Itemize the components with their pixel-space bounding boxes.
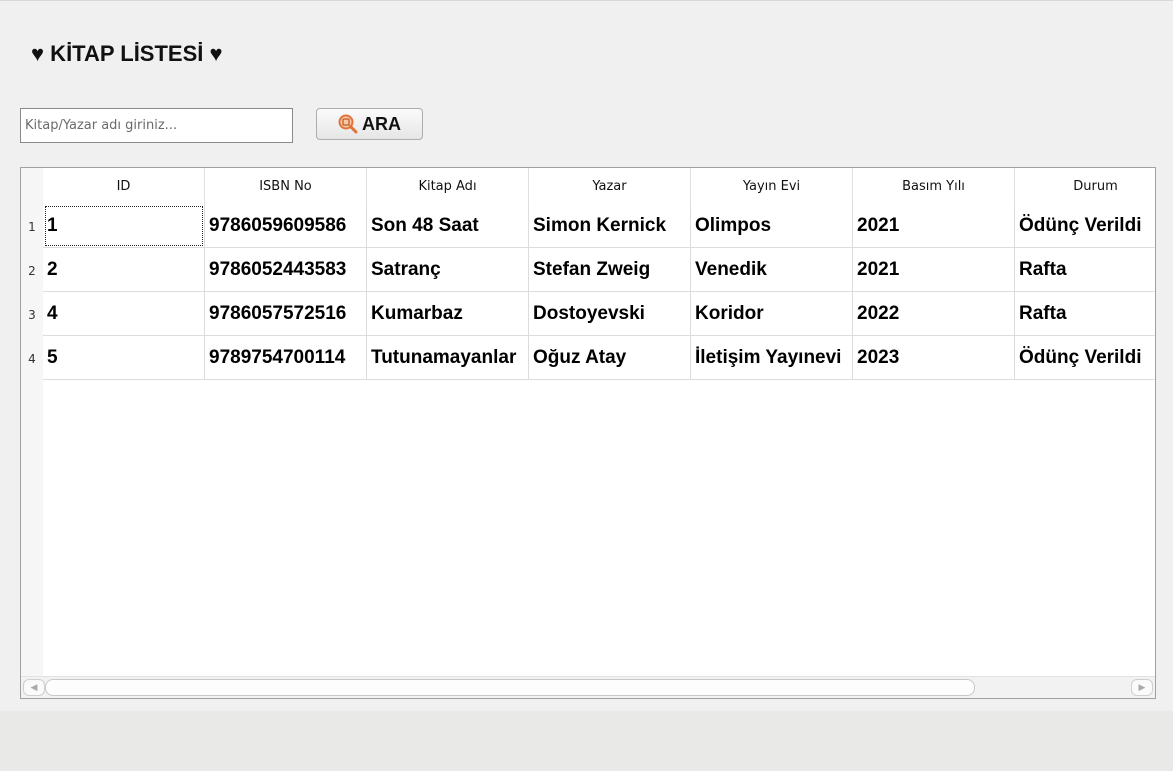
- table-row[interactable]: 5 9789754700114 Tutunamayanlar Oğuz Atay…: [43, 336, 1155, 380]
- table-cell[interactable]: 2023: [853, 336, 1015, 380]
- table-cell[interactable]: Son 48 Saat: [367, 204, 529, 248]
- column-header-status[interactable]: Durum: [1015, 168, 1155, 204]
- table-row[interactable]: 4 9786057572516 Kumarbaz Dostoyevski Kor…: [43, 292, 1155, 336]
- table-cell[interactable]: 2021: [853, 248, 1015, 292]
- row-number[interactable]: 2: [21, 248, 43, 292]
- table-cell[interactable]: 9789754700114: [205, 336, 367, 380]
- table-cell[interactable]: 2: [43, 248, 205, 292]
- table-cell[interactable]: Ödünç Verildi: [1015, 336, 1155, 380]
- row-number[interactable]: 1: [21, 204, 43, 248]
- table-cell[interactable]: Venedik: [691, 248, 853, 292]
- search-button[interactable]: ARA: [316, 108, 423, 140]
- table-cell[interactable]: Koridor: [691, 292, 853, 336]
- table-cell[interactable]: 4: [43, 292, 205, 336]
- column-header-id[interactable]: ID: [43, 168, 205, 204]
- search-button-label: ARA: [362, 113, 401, 134]
- scroll-left-icon[interactable]: ◀: [23, 679, 45, 696]
- table-cell[interactable]: Satranç: [367, 248, 529, 292]
- table-cell[interactable]: 2021: [853, 204, 1015, 248]
- row-header: 1 2 3 4: [21, 204, 43, 676]
- table-cell[interactable]: Rafta: [1015, 292, 1155, 336]
- table-body: 1 9786059609586 Son 48 Saat Simon Kernic…: [43, 204, 1155, 380]
- table-cell[interactable]: Simon Kernick: [529, 204, 691, 248]
- table-cell[interactable]: Ödünç Verildi: [1015, 204, 1155, 248]
- table-cell[interactable]: Kumarbaz: [367, 292, 529, 336]
- column-header-author[interactable]: Yazar: [529, 168, 691, 204]
- column-header-publisher[interactable]: Yayın Evi: [691, 168, 853, 204]
- table-cell[interactable]: Oğuz Atay: [529, 336, 691, 380]
- table-cell[interactable]: Stefan Zweig: [529, 248, 691, 292]
- column-header-title[interactable]: Kitap Adı: [367, 168, 529, 204]
- main-window: ♥ KİTAP LİSTESİ ♥ ARA ID ISBN No Kitap A…: [0, 0, 1173, 711]
- table-cell[interactable]: 1: [43, 204, 205, 248]
- table-header: ID ISBN No Kitap Adı Yazar Yayın Evi Bas…: [43, 168, 1155, 204]
- scrollbar-thumb[interactable]: [45, 679, 975, 696]
- table-corner: [21, 168, 43, 204]
- search-icon: [338, 114, 358, 134]
- column-header-isbn[interactable]: ISBN No: [205, 168, 367, 204]
- book-table[interactable]: ID ISBN No Kitap Adı Yazar Yayın Evi Bas…: [20, 167, 1156, 699]
- page-title: ♥ KİTAP LİSTESİ ♥: [31, 41, 223, 66]
- table-cell[interactable]: Rafta: [1015, 248, 1155, 292]
- table-cell[interactable]: 9786052443583: [205, 248, 367, 292]
- scroll-right-icon[interactable]: ▶: [1131, 679, 1153, 696]
- column-header-year[interactable]: Basım Yılı: [853, 168, 1015, 204]
- horizontal-scrollbar[interactable]: ◀ ▶: [21, 676, 1155, 698]
- table-cell[interactable]: 9786057572516: [205, 292, 367, 336]
- row-number[interactable]: 3: [21, 292, 43, 336]
- table-cell[interactable]: 5: [43, 336, 205, 380]
- table-row[interactable]: 1 9786059609586 Son 48 Saat Simon Kernic…: [43, 204, 1155, 248]
- table-cell[interactable]: Dostoyevski: [529, 292, 691, 336]
- table-cell[interactable]: Olimpos: [691, 204, 853, 248]
- table-cell[interactable]: 2022: [853, 292, 1015, 336]
- table-cell[interactable]: İletişim Yayınevi: [691, 336, 853, 380]
- row-number[interactable]: 4: [21, 336, 43, 380]
- table-cell[interactable]: 9786059609586: [205, 204, 367, 248]
- table-row[interactable]: 2 9786052443583 Satranç Stefan Zweig Ven…: [43, 248, 1155, 292]
- table-cell[interactable]: Tutunamayanlar: [367, 336, 529, 380]
- search-input[interactable]: [20, 108, 293, 143]
